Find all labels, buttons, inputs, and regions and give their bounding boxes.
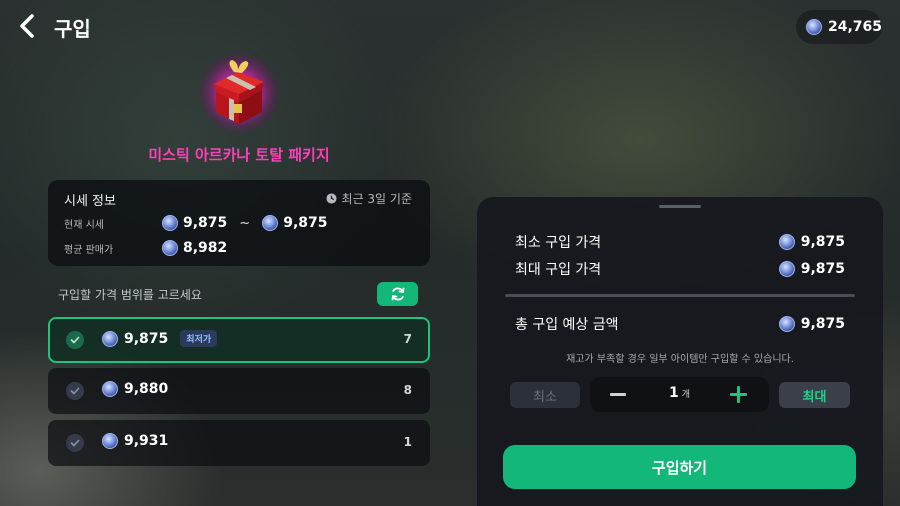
total-price-row: 총 구입 예상 금액 9,875 <box>515 314 845 334</box>
coin-icon <box>778 234 795 250</box>
coin-icon <box>162 215 178 231</box>
increase-button[interactable] <box>730 386 747 403</box>
average-price-value: 8,982 <box>183 240 228 256</box>
max-price-value: 9,875 <box>800 261 845 277</box>
option-price-value: 9,931 <box>124 433 169 449</box>
option-price: 9,875 최저가 <box>102 330 218 347</box>
period-text: 최근 3일 기준 <box>341 192 412 206</box>
back-button[interactable] <box>16 12 40 40</box>
refresh-icon <box>391 287 404 301</box>
price-option-1[interactable]: 9,875 최저가 7 <box>48 317 430 363</box>
min-price-value: 9,875 <box>800 234 845 250</box>
buy-button[interactable]: 구입하기 <box>503 445 856 489</box>
total-price-value: 9,875 <box>800 316 845 332</box>
range-select-label: 구입할 가격 범위를 고르세요 <box>58 288 202 302</box>
check-icon <box>66 331 84 349</box>
price-option-3[interactable]: 9,931 1 <box>48 420 430 466</box>
sheet-drag-handle[interactable] <box>659 205 701 208</box>
option-price: 9,931 <box>102 433 168 449</box>
coin-icon <box>102 330 118 347</box>
currency-balance: 24,765 <box>796 10 882 44</box>
current-min-value: 9,875 <box>183 215 228 231</box>
chevron-left-icon <box>20 14 34 38</box>
purchase-summary-sheet: 최소 구입 가격 9,875 최대 구입 가격 9,875 총 구입 예상 금액… <box>477 197 883 506</box>
quantity-unit: 개 <box>681 390 691 400</box>
total-price-label: 총 구입 예상 금액 <box>515 317 619 333</box>
refresh-button[interactable] <box>377 282 418 306</box>
max-quantity-button[interactable]: 최대 <box>779 382 850 408</box>
current-max-value: 9,875 <box>283 215 328 231</box>
option-price-value: 9,880 <box>124 381 169 397</box>
max-price: 9,875 <box>778 261 845 277</box>
top-bar: 구입 24,765 <box>0 0 900 54</box>
current-price-label: 현재 시세 <box>64 219 104 231</box>
total-price: 9,875 <box>778 316 845 332</box>
coin-icon <box>806 19 822 35</box>
product-name: 미스틱 아르카나 토탈 패키지 <box>148 146 330 164</box>
min-price-label: 최소 구입 가격 <box>515 235 602 251</box>
option-quantity: 7 <box>403 332 412 346</box>
average-price-row: 평균 판매가 8,982 <box>64 240 227 256</box>
option-quantity: 1 <box>403 435 412 449</box>
coin-icon <box>778 316 795 332</box>
lowest-price-badge: 최저가 <box>180 330 218 347</box>
max-price-label: 최대 구입 가격 <box>515 262 602 278</box>
check-icon <box>66 382 84 400</box>
range-separator: ~ <box>239 215 251 231</box>
coin-icon <box>778 261 795 277</box>
option-quantity: 8 <box>403 383 412 397</box>
price-info-title: 시세 정보 <box>64 194 116 209</box>
min-quantity-button[interactable]: 최소 <box>510 382 580 408</box>
min-price-row: 최소 구입 가격 9,875 <box>515 232 845 252</box>
quantity-stepper: 1개 <box>590 377 769 412</box>
average-price: 8,982 <box>162 240 227 256</box>
max-price-row: 최대 구입 가격 9,875 <box>515 259 845 279</box>
option-price: 9,880 <box>102 381 168 397</box>
option-price-value: 9,875 <box>124 330 169 347</box>
current-price-min: 9,875 <box>162 215 227 231</box>
balance-value: 24,765 <box>828 19 883 35</box>
coin-icon <box>162 240 178 256</box>
summary-divider <box>505 294 855 297</box>
min-price: 9,875 <box>778 234 845 250</box>
current-price-max: 9,875 <box>262 215 328 231</box>
average-price-label: 평균 판매가 <box>64 244 114 256</box>
stock-notice: 재고가 부족할 경우 일부 아이템만 구입할 수 있습니다. <box>566 354 794 365</box>
red-gift-box-icon <box>196 50 282 136</box>
check-icon <box>66 434 84 452</box>
price-info-panel: 시세 정보 최근 3일 기준 현재 시세 9,875 ~ 9,875 평균 판매… <box>48 180 430 266</box>
coin-icon <box>102 433 118 449</box>
current-price-row: 현재 시세 9,875 ~ 9,875 <box>64 215 328 231</box>
coin-icon <box>262 215 279 231</box>
coin-icon <box>102 381 118 397</box>
quantity-value: 1 <box>668 385 679 401</box>
clock-icon <box>325 193 337 204</box>
price-info-period: 최근 3일 기준 <box>325 190 412 207</box>
page-title: 구입 <box>54 17 91 41</box>
price-option-2[interactable]: 9,880 8 <box>48 368 430 414</box>
